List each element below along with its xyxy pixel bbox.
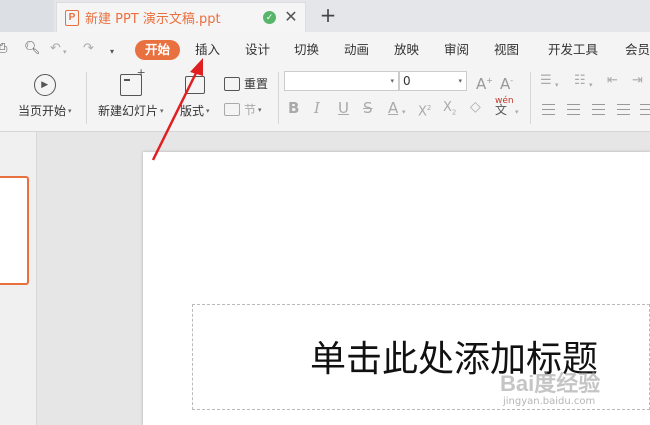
section-icon — [224, 103, 240, 116]
ppt-icon: P — [65, 9, 79, 26]
superscript-icon[interactable]: X2 — [418, 99, 431, 121]
menu-tab-review[interactable]: 审阅 — [444, 40, 469, 60]
bullet-list-icon[interactable]: ☰ — [540, 72, 552, 90]
new-slide-label: 新建幻灯片 — [98, 104, 159, 118]
strikethrough-icon[interactable]: S — [363, 99, 373, 117]
ribbon-toolbar: ▶ 当页开始 ▾ 新建幻灯片 ▾ 版式 ▾ 重置 节 ▾ ▾ 0 ▾ — [0, 66, 650, 132]
menu-tab-home[interactable]: 开始 — [135, 40, 181, 60]
print-icon[interactable]: ⎙ — [0, 42, 7, 56]
redo-icon[interactable]: ↷ — [83, 42, 94, 56]
print-preview-icon[interactable]: 🔍︎ — [24, 42, 41, 56]
play-dropdown-icon[interactable]: ▾ — [68, 107, 72, 115]
section-button[interactable]: 节 ▾ — [224, 101, 262, 118]
menu-tab-view[interactable]: 视图 — [494, 40, 519, 60]
title-bar-left — [0, 0, 54, 32]
ribbon-divider — [86, 72, 87, 124]
undo-icon[interactable]: ↶ — [50, 42, 61, 56]
font-name-dropdown-icon[interactable]: ▾ — [390, 72, 394, 90]
menu-tab-animations[interactable]: 动画 — [344, 40, 369, 60]
new-slide-dropdown-icon[interactable]: ▾ — [160, 107, 164, 115]
clear-format-icon[interactable]: ◇ — [470, 98, 481, 116]
underline-icon[interactable]: U — [338, 99, 349, 117]
menu-tab-developer[interactable]: 开发工具 — [548, 40, 598, 60]
reset-icon — [224, 76, 240, 91]
ribbon-divider — [278, 72, 279, 124]
decrease-indent-icon[interactable]: ⇤ — [607, 72, 618, 90]
italic-icon[interactable]: I — [314, 99, 320, 117]
increase-indent-icon[interactable]: ⇥ — [632, 72, 643, 90]
justify-icon[interactable] — [617, 104, 630, 115]
menu-tab-design[interactable]: 设计 — [245, 40, 270, 60]
watermark-url: jingyan.baidu.com — [503, 396, 596, 407]
font-color-icon[interactable]: A — [388, 99, 398, 117]
new-slide-button[interactable]: 新建幻灯片 ▾ — [98, 66, 164, 119]
menu-tab-slideshow[interactable]: 放映 — [394, 40, 419, 60]
phonetic-dropdown-icon[interactable]: ▾ — [515, 103, 519, 121]
menu-tab-transitions[interactable]: 切换 — [294, 40, 319, 60]
phonetic-guide-icon[interactable]: wén 文 — [495, 97, 514, 117]
increase-font-icon[interactable]: A+ — [476, 72, 493, 93]
new-slide-icon — [119, 66, 146, 96]
font-color-dropdown-icon[interactable]: ▾ — [402, 103, 406, 121]
title-bar: P 新建 PPT 演示文稿.ppt ✓ ✕ + — [0, 0, 650, 32]
new-tab-icon[interactable]: + — [318, 4, 338, 26]
font-size-select[interactable]: 0 ▾ — [399, 71, 467, 91]
layout-icon — [184, 76, 205, 94]
document-tab-title: 新建 PPT 演示文稿.ppt — [85, 12, 221, 27]
menu-tab-insert[interactable]: 插入 — [195, 40, 220, 60]
numbered-list-dropdown-icon[interactable]: ▾ — [589, 76, 593, 94]
align-left-icon[interactable] — [542, 104, 555, 115]
close-icon[interactable]: ✕ — [283, 7, 299, 27]
layout-button[interactable]: 版式 ▾ — [180, 76, 210, 119]
play-from-current-button[interactable]: ▶ 当页开始 ▾ — [18, 74, 72, 119]
reset-label: 重置 — [244, 77, 269, 91]
ribbon-divider — [530, 72, 531, 124]
slide-thumbnail[interactable] — [0, 176, 29, 285]
layout-label: 版式 — [180, 104, 205, 118]
play-icon: ▶ — [33, 74, 56, 96]
customize-toolbar-icon[interactable]: ▾ — [110, 45, 114, 59]
play-from-current-label: 当页开始 — [18, 104, 67, 118]
bold-icon[interactable]: B — [288, 99, 299, 117]
section-dropdown-icon[interactable]: ▾ — [258, 106, 262, 114]
distribute-icon[interactable] — [640, 104, 650, 115]
numbered-list-icon[interactable]: ☷ — [574, 72, 586, 90]
bullet-list-dropdown-icon[interactable]: ▾ — [555, 76, 559, 94]
font-size-dropdown-icon[interactable]: ▾ — [458, 72, 462, 90]
undo-dropdown-icon[interactable]: ▾ — [63, 45, 67, 59]
section-label: 节 — [244, 103, 257, 117]
font-size-value: 0 — [403, 74, 411, 88]
layout-dropdown-icon[interactable]: ▾ — [206, 107, 210, 115]
sync-status-icon[interactable]: ✓ — [263, 11, 276, 24]
subscript-icon[interactable]: X2 — [443, 99, 456, 122]
font-name-select[interactable]: ▾ — [284, 71, 399, 91]
align-center-icon[interactable] — [567, 104, 580, 115]
decrease-font-icon[interactable]: A- — [500, 72, 513, 93]
menu-tab-member[interactable]: 会员 — [625, 40, 650, 60]
reset-button[interactable]: 重置 — [224, 75, 268, 92]
document-tab[interactable]: P 新建 PPT 演示文稿.ppt ✓ ✕ — [56, 2, 306, 32]
align-right-icon[interactable] — [592, 104, 605, 115]
menu-bar: ⎙ 🔍︎ ↶ ▾ ↷ ▾ 开始 插入 设计 切换 动画 放映 审阅 视图 开发工… — [0, 32, 650, 66]
watermark-logo: Bai度经验 — [500, 371, 601, 396]
